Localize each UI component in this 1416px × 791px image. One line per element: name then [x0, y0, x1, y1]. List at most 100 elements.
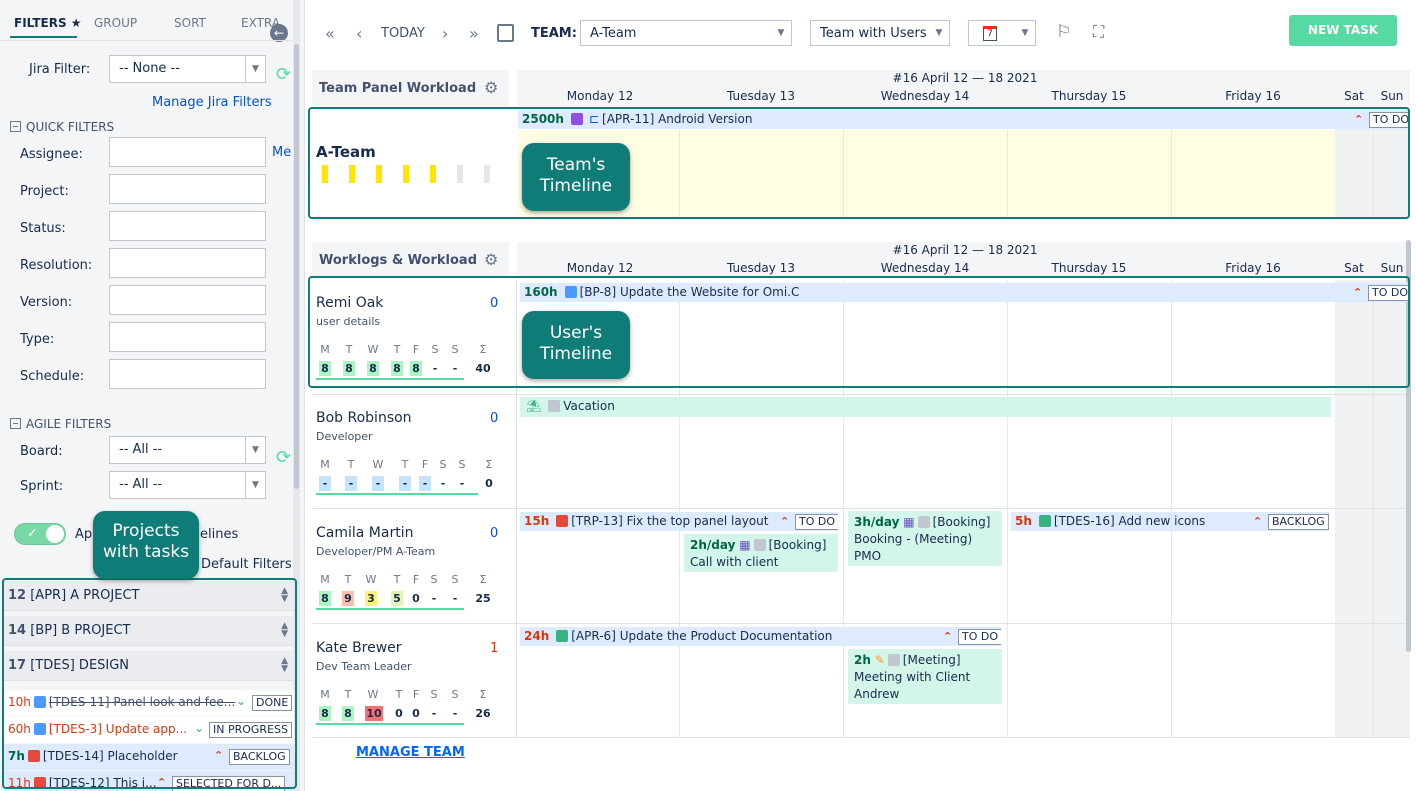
workload-value: 8 — [319, 591, 331, 606]
booking-rate: 2h/day — [690, 538, 736, 552]
user-role[interactable]: Developer/PM A-Team — [316, 545, 435, 558]
chevron-down-icon: ▼ — [1021, 28, 1029, 38]
tab-filters[interactable]: FILTERS ★ — [14, 16, 82, 30]
booking-card[interactable]: 3h/day ▦ [Booking] Booking - (Meeting) PM… — [848, 511, 1002, 566]
quick-filters-header[interactable]: QUICK FILTERS — [10, 120, 114, 134]
task-bar[interactable]: 5h [TDES-16] Add new icons ⌃ BACKLOG — [1011, 512, 1329, 531]
jira-filter-value: -- None -- — [119, 61, 180, 76]
weekday-letter: S — [430, 573, 438, 586]
check-icon: ✓ — [27, 526, 38, 541]
agile-filters-header[interactable]: AGILE FILTERS — [10, 417, 111, 431]
workload-underline — [316, 608, 464, 610]
apply-toggle[interactable]: ✓ — [14, 523, 66, 545]
day-header: Tuesday 13 — [727, 89, 795, 103]
story-icon — [1038, 515, 1051, 527]
day-header: Sun — [1380, 261, 1404, 275]
chevron-right-icon[interactable]: › — [442, 24, 448, 43]
workload-value: 9 — [342, 591, 354, 606]
workload-value: - — [419, 476, 431, 491]
task-count[interactable]: 0 — [490, 411, 498, 426]
workload-value: 0 — [412, 707, 420, 720]
booking-tag: [Booking] — [768, 538, 827, 552]
meeting-card[interactable]: 2h ✎ [Meeting] Meeting with Client Andrew — [848, 649, 1002, 704]
vacation-bar[interactable]: ⛱ Vacation — [520, 397, 1331, 417]
weekday-letter: F — [412, 573, 420, 586]
workload-total: 26 — [475, 707, 491, 720]
default-filters-link[interactable]: Default Filters — [201, 557, 292, 572]
tab-group[interactable]: GROUP — [94, 16, 137, 30]
task-bar[interactable]: 15h [TRP-13] Fix the top panel layout ⌃ T… — [520, 512, 838, 531]
workload-value: - — [345, 476, 357, 491]
user-name[interactable]: Bob Robinson — [316, 410, 412, 426]
user-name[interactable]: Camila Martin — [316, 525, 413, 541]
panel-scrollbar-thumb[interactable] — [294, 44, 299, 489]
resolution-input[interactable] — [109, 248, 266, 278]
team-timeline-callout: Team's Timeline — [522, 143, 630, 211]
date-picker[interactable]: 7 ▼ — [968, 20, 1036, 46]
gear-icon[interactable]: ⚙ — [484, 78, 498, 97]
view-select[interactable]: Team with Users ▼ — [810, 20, 950, 46]
booking-text: Call with client — [690, 555, 779, 569]
checkbox-icon — [548, 400, 561, 412]
booking-text: Booking - (Meeting) — [854, 532, 973, 546]
weekday-letter: W — [365, 573, 377, 586]
team-select[interactable]: A-Team ▼ — [580, 20, 792, 46]
manage-jira-filters-link[interactable]: Manage Jira Filters — [152, 95, 272, 110]
me-link[interactable]: Me — [272, 145, 291, 160]
manage-team-link[interactable]: MANAGE TEAM — [356, 745, 465, 760]
new-task-button[interactable]: NEW TASK — [1289, 15, 1397, 46]
double-chevron-left-icon[interactable]: « — [325, 24, 335, 43]
weekday-letter: M — [320, 458, 330, 471]
workload-value: 8 — [319, 706, 331, 721]
meeting-duration: 2h — [854, 653, 871, 667]
status-badge: TO DO — [795, 514, 838, 530]
day-header: Sun — [1380, 89, 1404, 103]
team-panel-title: Team Panel Workload — [319, 81, 477, 96]
refresh-icon[interactable]: ⟳ — [276, 447, 291, 468]
assignee-input[interactable] — [109, 137, 266, 167]
flag-icon[interactable]: ⚐ — [1056, 22, 1071, 42]
weekday-letter: W — [372, 458, 384, 471]
calendar-icon[interactable] — [497, 24, 514, 42]
workload-value: 3 — [365, 591, 377, 606]
story-icon — [556, 630, 569, 642]
chevron-left-icon[interactable]: ‹ — [356, 24, 362, 43]
worklogs-title: Worklogs & Workload — [319, 253, 478, 268]
workload-value: 0 — [395, 707, 403, 720]
collapse-icon — [10, 121, 21, 132]
jira-filter-select[interactable]: -- None -- ▼ — [109, 55, 266, 83]
user-role[interactable]: Dev Team Leader — [316, 660, 412, 673]
today-button[interactable]: TODAY — [381, 26, 425, 41]
weekday-letter: S — [439, 458, 447, 471]
refresh-icon[interactable]: ⟳ — [276, 64, 291, 85]
schedule-input[interactable] — [109, 359, 266, 389]
user-role[interactable]: Developer — [316, 430, 373, 443]
booking-text: PMO — [854, 549, 882, 563]
day-header: Wednesday 14 — [880, 261, 970, 275]
task-bar[interactable]: 24h [APR-6] Update the Product Documentat… — [520, 627, 1001, 646]
tab-sort[interactable]: SORT — [174, 16, 206, 30]
task-count[interactable]: 0 — [490, 526, 498, 541]
version-input[interactable] — [109, 285, 266, 315]
status-badge: TO DO — [958, 629, 1001, 645]
workload-value: - — [452, 707, 458, 720]
double-chevron-right-icon[interactable]: » — [469, 24, 479, 43]
board-select[interactable]: -- All -- ▼ — [109, 436, 266, 464]
workload-value: 8 — [342, 706, 354, 721]
gear-icon[interactable]: ⚙ — [484, 250, 498, 269]
day-header: Thursday 15 — [1051, 89, 1127, 103]
fullscreen-icon[interactable]: ⛶ — [1093, 22, 1104, 42]
active-tab-underline — [10, 36, 77, 38]
sprint-select[interactable]: -- All -- ▼ — [109, 471, 266, 499]
task-count[interactable]: 1 — [490, 641, 498, 656]
version-label: Version: — [20, 295, 73, 310]
task-hours: 15h — [524, 514, 550, 528]
user-name[interactable]: Kate Brewer — [316, 640, 402, 656]
workload-value: - — [399, 476, 411, 491]
day-header: Sat — [1344, 89, 1364, 103]
type-input[interactable] — [109, 322, 266, 352]
booking-card[interactable]: 2h/day ▦ [Booking] Call with client — [684, 534, 838, 572]
project-input[interactable] — [109, 174, 266, 204]
weekday-letter: F — [412, 688, 420, 701]
status-input[interactable] — [109, 211, 266, 241]
